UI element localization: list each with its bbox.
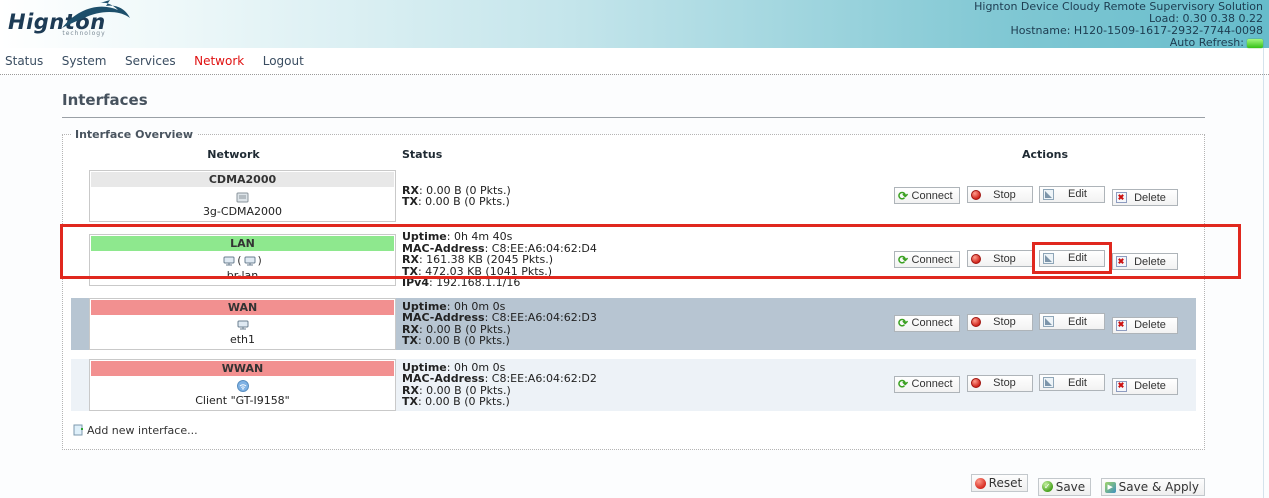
status-label: IPv4: [402, 276, 429, 289]
logo-swoosh-icon: [60, 0, 132, 30]
device-name-lan: br-lan: [90, 269, 395, 282]
connect-button-lan[interactable]: ⟳Connect: [894, 251, 960, 268]
network-title-cdma2000: CDMA2000: [91, 172, 394, 187]
network-box-wwan: WWAN Client "GT-I9158": [89, 359, 396, 411]
save-button[interactable]: ✓Save: [1038, 478, 1091, 496]
device-name-cdma2000: 3g-CDMA2000: [90, 205, 395, 218]
delete-button-cdma2000[interactable]: ✖Delete: [1112, 189, 1178, 206]
edit-button-wan[interactable]: Edit: [1039, 313, 1105, 330]
stop-icon: [971, 190, 981, 200]
connect-refresh-icon: ⟳: [898, 318, 908, 328]
edit-button-lan[interactable]: Edit: [1039, 250, 1105, 267]
logo: Hignton technology: [8, 12, 106, 37]
stop-icon: [971, 317, 981, 327]
delete-icon: ✖: [1116, 320, 1127, 331]
main-content: Interfaces Interface Overview Network St…: [0, 75, 1269, 496]
connect-refresh-icon: ⟳: [898, 255, 908, 265]
footer-actions: Reset ✓Save ▶Save & Apply: [62, 474, 1205, 496]
status-label: TX: [402, 395, 418, 408]
interfaces-table: Network Status Actions CDMA2000: [71, 139, 1196, 420]
device-name-wwan: Client "GT-I9158": [90, 394, 395, 407]
status-value: : 0.00 B (0 Pkts.): [418, 195, 510, 208]
stop-button-cdma2000[interactable]: Stop: [967, 186, 1033, 203]
status-value: : 0.00 B (0 Pkts.): [418, 334, 510, 347]
network-title-wwan: WWAN: [91, 361, 394, 376]
table-row-cdma2000: CDMA2000 3g-CDMA2000: [71, 170, 1196, 222]
connect-refresh-icon: ⟳: [898, 191, 908, 201]
network-box-wan: WAN eth1: [89, 298, 396, 350]
connect-refresh-icon: ⟳: [898, 379, 908, 389]
fieldset-legend: Interface Overview: [71, 128, 197, 141]
nav-item-system[interactable]: System: [62, 54, 107, 68]
connect-button-cdma2000[interactable]: ⟳Connect: [894, 187, 960, 204]
save-apply-icon: ▶: [1105, 482, 1116, 493]
auto-refresh-label: Auto Refresh:: [1170, 37, 1244, 49]
window-right-edge: [1263, 48, 1264, 498]
network-title-wan: WAN: [91, 300, 394, 315]
ethernet-icon: [223, 256, 235, 266]
stop-icon: [971, 254, 981, 264]
nav-item-logout[interactable]: Logout: [263, 54, 304, 68]
delete-icon: ✖: [1116, 192, 1127, 203]
header-info: Hignton Device Cloudy Remote Supervisory…: [974, 1, 1263, 49]
auto-refresh-toggle[interactable]: [1247, 39, 1263, 48]
network-box-lan: LAN (: [89, 234, 396, 286]
status-value: : 0.00 B (0 Pkts.): [418, 395, 510, 408]
modem-3g-icon: [236, 192, 249, 203]
connect-button-wwan[interactable]: ⟳Connect: [894, 376, 960, 393]
network-title-lan: LAN: [91, 236, 394, 251]
delete-button-wan[interactable]: ✖Delete: [1112, 317, 1178, 334]
interface-overview-fieldset: Interface Overview Network Status Action…: [62, 128, 1205, 450]
edit-icon: [1043, 377, 1054, 388]
table-row-lan: LAN (: [71, 231, 1196, 289]
col-header-actions: Actions: [894, 148, 1196, 161]
edit-icon: [1043, 253, 1054, 264]
ethernet-icon: [237, 320, 249, 330]
table-row-wan: WAN eth1: [71, 298, 1196, 350]
stop-button-lan[interactable]: Stop: [967, 250, 1033, 267]
save-apply-button[interactable]: ▶Save & Apply: [1101, 478, 1205, 496]
connect-button-wan[interactable]: ⟳Connect: [894, 315, 960, 332]
add-page-icon: [73, 424, 85, 436]
device-name-wan: eth1: [90, 333, 395, 346]
reset-button[interactable]: Reset: [971, 474, 1029, 492]
edit-button-cdma2000[interactable]: Edit: [1039, 186, 1105, 203]
delete-icon: ✖: [1116, 381, 1127, 392]
reset-icon: [975, 478, 986, 489]
col-header-status: Status: [396, 148, 894, 161]
stop-icon: [971, 378, 981, 388]
add-new-interface-link[interactable]: Add new interface...: [73, 424, 198, 437]
delete-button-lan[interactable]: ✖Delete: [1112, 253, 1178, 270]
network-box-cdma2000: CDMA2000 3g-CDMA2000: [89, 170, 396, 222]
col-header-network: Network: [71, 148, 396, 161]
stop-button-wan[interactable]: Stop: [967, 314, 1033, 331]
edit-icon: [1043, 316, 1054, 327]
table-row-wwan: WWAN Client "GT-I9158": [71, 359, 1196, 411]
edit-icon: [1043, 189, 1054, 200]
nav-item-services[interactable]: Services: [125, 54, 176, 68]
page-title: Interfaces: [62, 91, 1205, 118]
status-label: TX: [402, 334, 418, 347]
delete-icon: ✖: [1116, 256, 1127, 267]
header: Hignton technology Hignton Device Cloudy…: [0, 0, 1269, 48]
table-header-row: Network Status Actions: [71, 148, 1196, 161]
edit-button-wwan[interactable]: Edit: [1039, 374, 1105, 391]
status-value: : 192.168.1.1/16: [429, 276, 520, 289]
stop-button-wwan[interactable]: Stop: [967, 375, 1033, 392]
save-icon: ✓: [1042, 481, 1053, 492]
ethernet-icon: [244, 256, 256, 266]
delete-button-wwan[interactable]: ✖Delete: [1112, 378, 1178, 395]
wifi-icon: [237, 380, 249, 392]
main-nav: Status System Services Network Logout: [0, 48, 1269, 75]
status-label: TX: [402, 195, 418, 208]
nav-item-network[interactable]: Network: [194, 54, 244, 68]
nav-item-status[interactable]: Status: [5, 54, 43, 68]
bridge-ethernet-icons: ( ): [90, 254, 395, 268]
